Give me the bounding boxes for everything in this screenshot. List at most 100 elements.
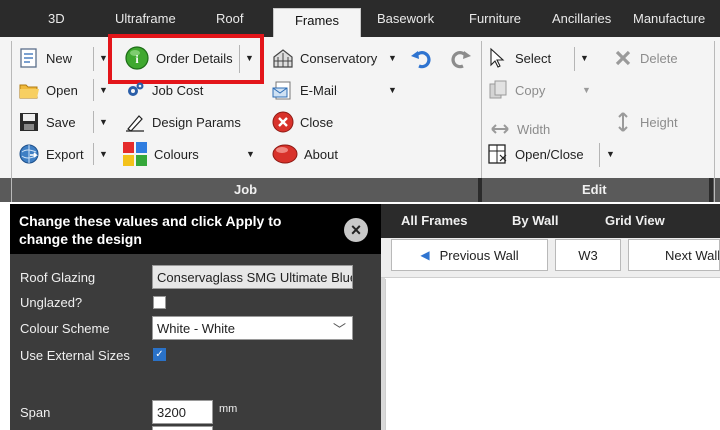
next-wall-button[interactable]: Next Wall [628,239,720,271]
colour-palette-icon [122,141,148,167]
wall-id-button[interactable]: W3 [555,239,621,271]
height-button[interactable]: Height [612,109,678,135]
undo-icon[interactable] [410,46,434,73]
split-divider [93,79,94,101]
frame-drawing-canvas[interactable] [385,279,720,430]
close-label: Close [300,114,334,130]
job-cost-label: Job Cost [152,82,204,98]
open-button[interactable]: Open [18,77,78,103]
properties-panel-instructions: Change these values and click Apply to c… [19,213,282,247]
conservatory-button[interactable]: Conservatory [272,45,377,71]
span-input[interactable]: 3200 [152,400,213,424]
chevron-down-icon: ﹀ [332,322,346,337]
properties-panel-header: Change these values and click Apply to c… [10,204,381,254]
width-arrows-icon [489,118,511,140]
colours-label: Colours [154,146,199,162]
delete-button[interactable]: Delete [612,45,678,71]
delete-label: Delete [640,50,678,66]
split-divider [93,111,94,133]
copy-label: Copy [515,82,546,98]
email-button[interactable]: E-Mail [272,77,337,103]
width-label: Width [517,121,551,137]
export-button[interactable]: Export [18,141,84,167]
new-document-icon [18,47,40,69]
open-close-button[interactable]: Open/Close [487,141,584,167]
tab-frames[interactable]: Frames [273,8,361,37]
colours-dropdown-icon[interactable]: ▼ [246,149,255,159]
open-close-label: Open/Close [515,146,584,162]
span-unit: mm [219,403,238,415]
ribbon-group-label-bar [0,178,720,202]
new-button[interactable]: New [18,45,72,71]
split-divider [93,47,94,71]
use-external-sizes-checkbox[interactable]: ✓ [153,348,166,361]
tab-by-wall[interactable]: By Wall [512,213,558,228]
tab-grid-view[interactable]: Grid View [605,213,665,228]
about-oval-icon [272,143,298,165]
cursor-arrow-icon [487,47,509,69]
select-label: Select [515,50,552,66]
height-arrows-icon [612,111,634,133]
conservatory-label: Conservatory [300,50,378,66]
about-button[interactable]: About [272,141,338,167]
copy-icon [487,79,509,101]
width-button[interactable]: Width [489,116,550,142]
wall-id-label: W3 [578,247,598,263]
ribbon-right-edge [714,41,715,202]
roof-glazing-field[interactable]: Conservaglass SMG Ultimate Blue [152,265,353,289]
copy-button[interactable]: Copy [487,77,545,103]
new-label: New [46,50,73,66]
colours-button[interactable]: Colours [122,141,199,167]
conservatory-icon [272,47,294,69]
job-cost-button[interactable]: Job Cost [124,77,203,103]
height-label: Height [640,114,678,130]
colour-scheme-value: White - White [157,321,236,336]
split-divider [574,47,575,71]
copy-dropdown-icon[interactable]: ▼ [582,85,591,95]
span-label: Span [20,405,51,420]
tab-3d[interactable]: 3D [48,11,65,26]
tab-ultraframe[interactable]: Ultraframe [115,11,176,26]
close-button[interactable]: Close [272,109,333,135]
colour-scheme-select[interactable]: White - White ﹀ [152,316,353,340]
close-red-icon [272,111,294,133]
split-divider [599,143,600,167]
next-field-input[interactable] [152,426,213,430]
select-dropdown-icon[interactable]: ▼ [580,53,589,63]
save-button[interactable]: Save [18,109,76,135]
tab-ancillaries[interactable]: Ancillaries [552,11,611,26]
tab-roof[interactable]: Roof [216,11,243,26]
save-label: Save [46,114,76,130]
tab-manufacture[interactable]: Manufacture [633,11,705,26]
new-dropdown-icon[interactable]: ▼ [99,53,108,63]
open-close-dropdown-icon[interactable]: ▼ [606,149,615,159]
select-button[interactable]: Select [487,45,551,71]
about-label: About [304,146,338,162]
job-group-label: Job [234,182,258,197]
tab-basework[interactable]: Basework [377,11,434,26]
conservatory-dropdown-icon[interactable]: ▼ [388,53,397,63]
save-dropdown-icon[interactable]: ▼ [99,117,108,127]
folder-icon [18,79,40,101]
previous-wall-button[interactable]: ◀ Previous Wall [391,239,548,271]
pencil-icon [124,111,146,133]
email-icon [272,79,294,101]
ribbon-group-divider-2 [709,178,713,202]
open-close-window-icon [487,143,509,165]
redo-icon[interactable] [448,46,472,73]
colour-scheme-label: Colour Scheme [20,321,110,336]
open-dropdown-icon[interactable]: ▼ [99,85,108,95]
close-panel-icon[interactable]: × [344,218,368,242]
export-dropdown-icon[interactable]: ▼ [99,149,108,159]
delete-x-icon [612,47,634,69]
next-wall-label: Next Wall [665,247,720,263]
open-label: Open [46,82,78,98]
unglazed-checkbox[interactable] [153,296,166,309]
email-dropdown-icon[interactable]: ▼ [388,85,397,95]
tab-furniture[interactable]: Furniture [469,11,521,26]
design-params-button[interactable]: Design Params [124,109,241,135]
tab-all-frames[interactable]: All Frames [401,213,467,228]
ribbon-group-divider [478,178,482,202]
roof-glazing-label: Roof Glazing [20,270,96,285]
left-arrow-icon: ◀ [420,248,430,262]
